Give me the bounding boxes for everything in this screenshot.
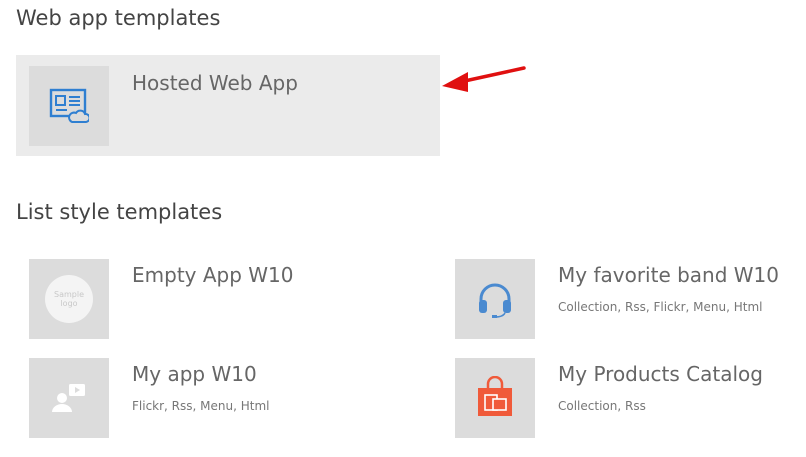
template-features: Collection, Rss, Flickr, Menu, Html: [558, 300, 763, 314]
list-style-templates-heading: List style templates: [16, 200, 223, 224]
template-title: My app W10: [132, 362, 257, 386]
template-title: My Products Catalog: [558, 362, 763, 386]
template-my-products-catalog[interactable]: My Products Catalog Collection, Rss: [442, 358, 806, 448]
hosted-web-app-icon: [49, 88, 89, 123]
user-video-icon: [52, 384, 85, 412]
template-my-app-w10[interactable]: My app W10 Flickr, Rss, Menu, Html: [16, 358, 426, 448]
template-thumbnail: [455, 259, 535, 339]
template-empty-app-w10[interactable]: Sample logo Empty App W10: [16, 259, 426, 349]
headphones-icon: [479, 283, 511, 318]
shopping-bag-icon: [478, 376, 512, 416]
template-thumbnail: Sample logo: [29, 259, 109, 339]
red-arrow-annotation: [442, 66, 526, 92]
template-thumbnail: [455, 358, 535, 438]
template-my-favorite-band-w10[interactable]: My favorite band W10 Collection, Rss, Fl…: [442, 259, 806, 349]
template-title: My favorite band W10: [558, 263, 780, 287]
template-features: Flickr, Rss, Menu, Html: [132, 399, 270, 413]
template-thumbnail: [29, 358, 109, 438]
template-hosted-web-app[interactable]: Hosted Web App: [16, 55, 440, 156]
web-app-templates-heading: Web app templates: [16, 6, 221, 30]
template-title: Hosted Web App: [132, 71, 298, 95]
template-thumbnail: [29, 66, 109, 146]
template-features: Collection, Rss: [558, 399, 646, 413]
template-title: Empty App W10: [132, 263, 294, 287]
sample-logo-icon: Sample logo: [45, 275, 93, 323]
